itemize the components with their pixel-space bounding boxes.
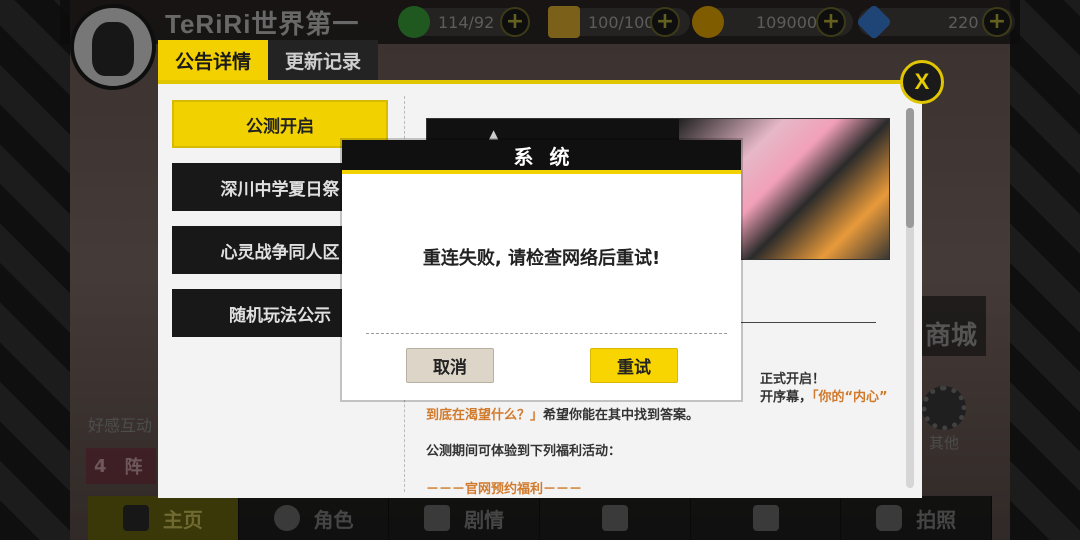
content-text-part: 希望你能在其中找到答案。: [543, 408, 700, 423]
content-text: 正式开启！: [760, 372, 826, 387]
tab-announcement-details[interactable]: 公告详情: [158, 40, 268, 80]
retry-button[interactable]: 重试: [590, 348, 678, 383]
content-text-highlight: 「你的“内心”: [812, 390, 888, 405]
system-dialog: 系统 重连失败, 请检查网络后重试! 取消 重试: [342, 140, 741, 400]
content-text: 开序幕，「你的“内心”: [760, 386, 888, 405]
content-text: 公测期间可体验到下列福利活动：: [426, 444, 622, 459]
announcement-tabs: 公告详情 更新记录: [158, 40, 378, 80]
close-button[interactable]: X: [900, 60, 944, 104]
scrollbar-thumb[interactable]: [906, 108, 914, 228]
dialog-title: 系统: [342, 140, 741, 174]
content-text: －－－官网预约福利－－－: [426, 482, 583, 497]
cancel-button[interactable]: 取消: [406, 348, 494, 383]
up-arrow-icon: ▲: [489, 127, 499, 141]
dialog-message: 重连失败, 请检查网络后重试!: [422, 248, 661, 269]
content-text-part: 开序幕，: [760, 390, 813, 405]
content-scrollbar[interactable]: [906, 108, 914, 488]
dialog-separator: [366, 333, 727, 334]
content-text-highlight: 到底在渴望什么？」: [426, 408, 544, 423]
content-text: 到底在渴望什么？」希望你能在其中找到答案。: [426, 404, 699, 423]
tab-update-log[interactable]: 更新记录: [268, 40, 378, 80]
